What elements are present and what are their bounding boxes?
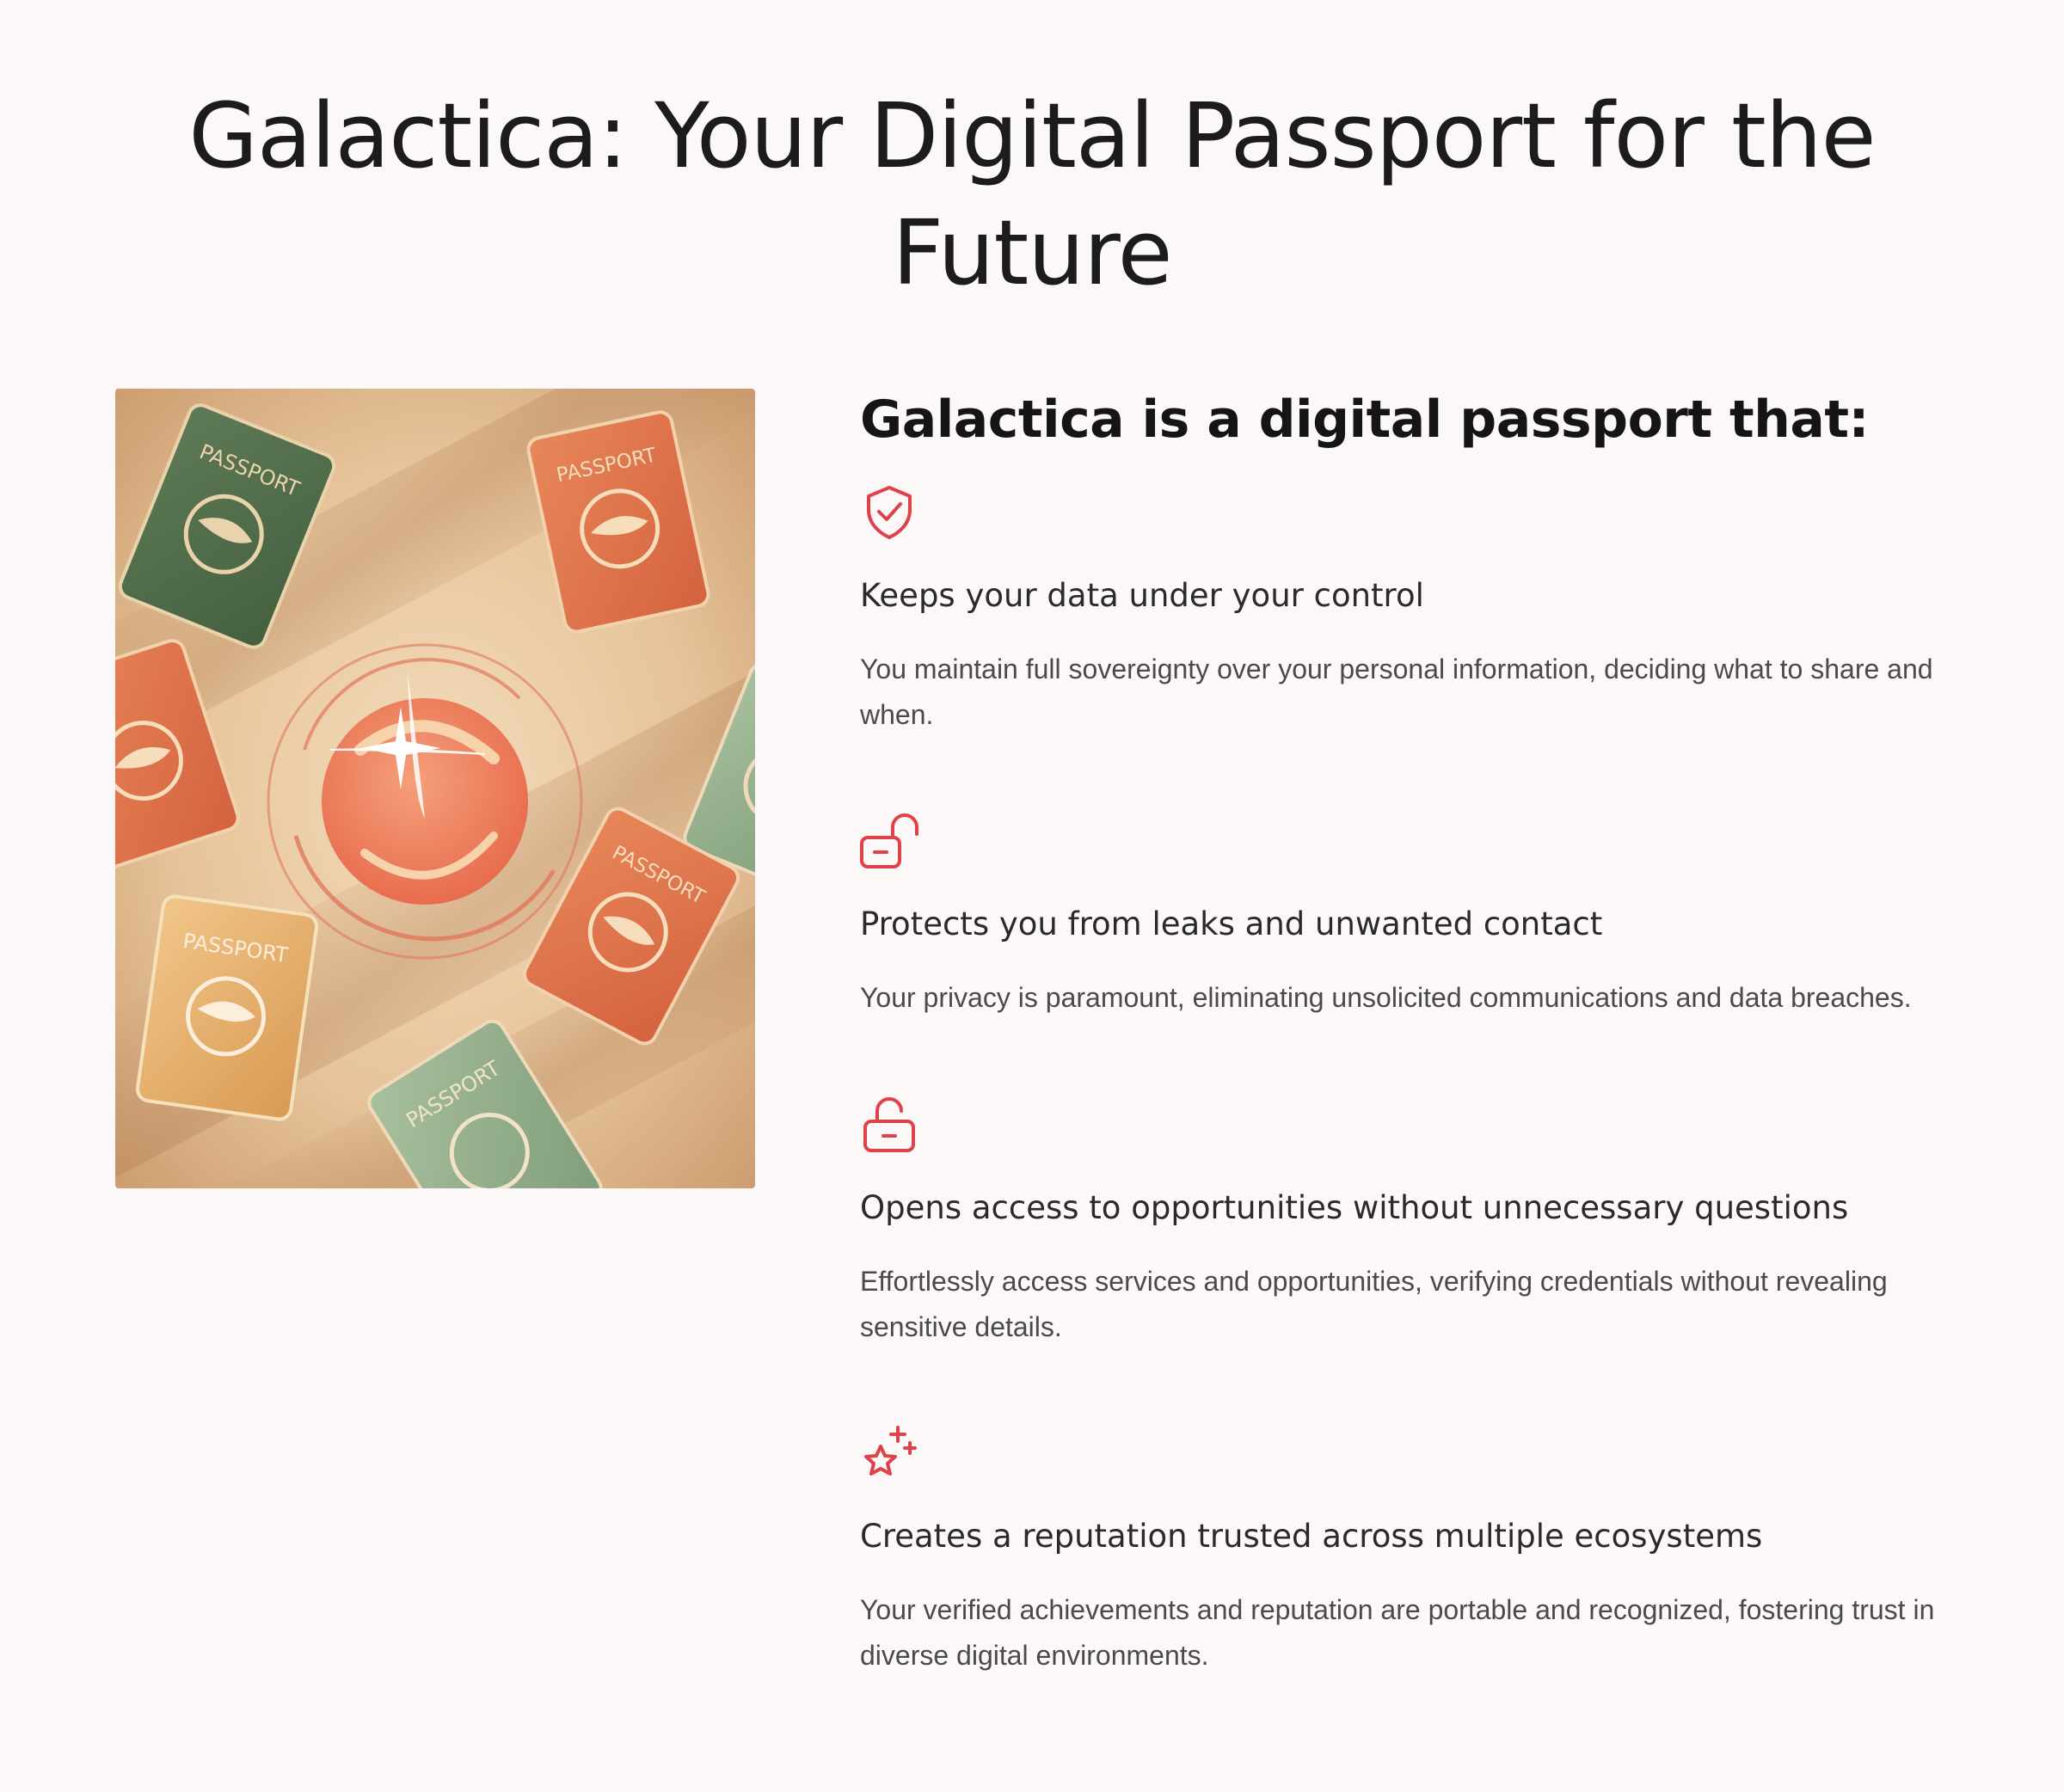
unlock-icon [860,813,918,868]
feature-title: Keeps your data under your control [860,577,1424,614]
passport-card-gold: PASSPORT [135,894,319,1121]
feature-title: Protects you from leaks and unwanted con… [860,905,1603,942]
features-section: Galactica is a digital passport that: Ke… [860,384,1969,1671]
feature-description: Effortlessly access services and opportu… [860,1266,1888,1342]
feature-reputation: Creates a reputation trusted across mult… [860,1424,1969,1671]
section-heading: Galactica is a digital passport that: [860,390,1870,450]
feature-title: Creates a reputation trusted across mult… [860,1518,1763,1555]
star-sparkle-icon [864,1426,917,1476]
page-title: Galactica: Your Digital Passport for the… [188,83,1876,305]
hero-image: PASSPORT PASSPORT PASSPORT PASSPORT PASS… [115,389,755,1188]
feature-description: Your privacy is paramount, eliminating u… [860,982,1912,1013]
shield-check-icon [867,486,912,539]
feature-description: Your verified achievements and reputatio… [860,1594,1935,1671]
feature-open-access: Opens access to opportunities without un… [860,1095,1969,1342]
open-lock-icon [863,1097,915,1152]
feature-title: Opens access to opportunities without un… [860,1189,1849,1226]
feature-leak-protection: Protects you from leaks and unwanted con… [860,812,1969,1013]
feature-description: You maintain full sovereignty over your … [860,654,1933,730]
feature-data-control: Keeps your data under your control You m… [860,483,1969,730]
